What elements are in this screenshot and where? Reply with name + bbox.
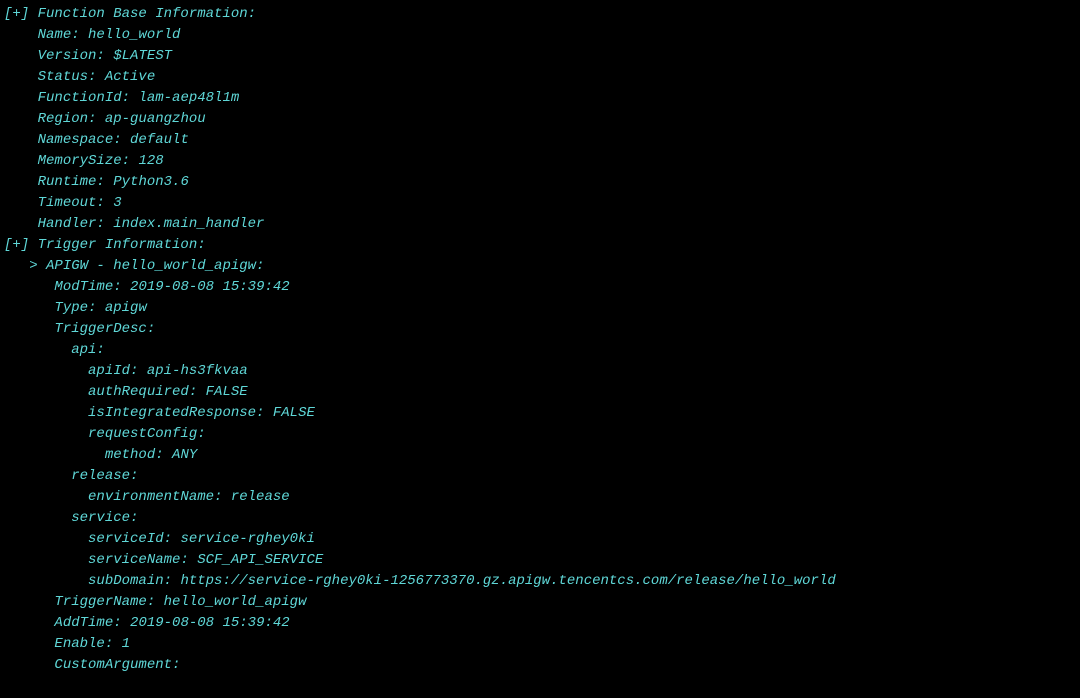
field-subdomain: subDomain: https://service-rghey0ki-1256… <box>0 571 1080 592</box>
field-requestconfig: requestConfig: <box>0 424 1080 445</box>
field-triggername: TriggerName: hello_world_apigw <box>0 592 1080 613</box>
field-namespace: Namespace: default <box>0 130 1080 151</box>
field-isintegratedresponse: isIntegratedResponse: FALSE <box>0 403 1080 424</box>
field-timeout: Timeout: 3 <box>0 193 1080 214</box>
field-region: Region: ap-guangzhou <box>0 109 1080 130</box>
field-name: Name: hello_world <box>0 25 1080 46</box>
field-servicename: serviceName: SCF_API_SERVICE <box>0 550 1080 571</box>
field-functionid: FunctionId: lam-aep48l1m <box>0 88 1080 109</box>
field-apiid: apiId: api-hs3fkvaa <box>0 361 1080 382</box>
field-service: service: <box>0 508 1080 529</box>
field-authrequired: authRequired: FALSE <box>0 382 1080 403</box>
trigger-name: > APIGW - hello_world_apigw: <box>0 256 1080 277</box>
field-modtime: ModTime: 2019-08-08 15:39:42 <box>0 277 1080 298</box>
field-method: method: ANY <box>0 445 1080 466</box>
field-serviceid: serviceId: service-rghey0ki <box>0 529 1080 550</box>
field-memorysize: MemorySize: 128 <box>0 151 1080 172</box>
field-api: api: <box>0 340 1080 361</box>
field-runtime: Runtime: Python3.6 <box>0 172 1080 193</box>
field-addtime: AddTime: 2019-08-08 15:39:42 <box>0 613 1080 634</box>
field-type: Type: apigw <box>0 298 1080 319</box>
field-customargument: CustomArgument: <box>0 655 1080 676</box>
terminal-output: [+] Function Base Information: Name: hel… <box>0 4 1080 676</box>
field-handler: Handler: index.main_handler <box>0 214 1080 235</box>
field-status: Status: Active <box>0 67 1080 88</box>
field-version: Version: $LATEST <box>0 46 1080 67</box>
field-triggerdesc: TriggerDesc: <box>0 319 1080 340</box>
field-release: release: <box>0 466 1080 487</box>
section-header-function: [+] Function Base Information: <box>0 4 1080 25</box>
field-environmentname: environmentName: release <box>0 487 1080 508</box>
section-header-trigger: [+] Trigger Information: <box>0 235 1080 256</box>
field-enable: Enable: 1 <box>0 634 1080 655</box>
